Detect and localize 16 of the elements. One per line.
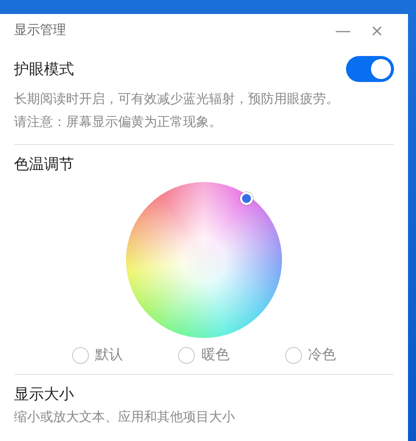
radio-label[interactable]: 默认: [94, 346, 123, 364]
radio-button[interactable]: [72, 346, 89, 364]
close-button[interactable]: ×: [360, 20, 394, 40]
minimize-button[interactable]: —: [326, 20, 360, 40]
radio-button[interactable]: [285, 346, 302, 364]
toggle-switch[interactable]: [346, 56, 394, 82]
description-text: 缩小或放大文本、应用和其他项目大小: [14, 409, 236, 427]
radio-button[interactable]: [178, 346, 196, 364]
description-text: 长期阅读时开启，可有效减少蓝光辐射，预防用眼疲劳。: [14, 91, 340, 109]
radio-label[interactable]: 暖色: [201, 346, 230, 364]
radio-label[interactable]: 冷色: [308, 346, 336, 364]
description-text: 请注意：屏幕显示偏黄为正常现象。: [14, 114, 223, 132]
section-title: 色温调节: [14, 155, 75, 174]
window-title: 显示管理: [14, 22, 67, 39]
section-title: 显示大小: [14, 385, 75, 404]
section-title: 护眼模式: [14, 60, 74, 78]
